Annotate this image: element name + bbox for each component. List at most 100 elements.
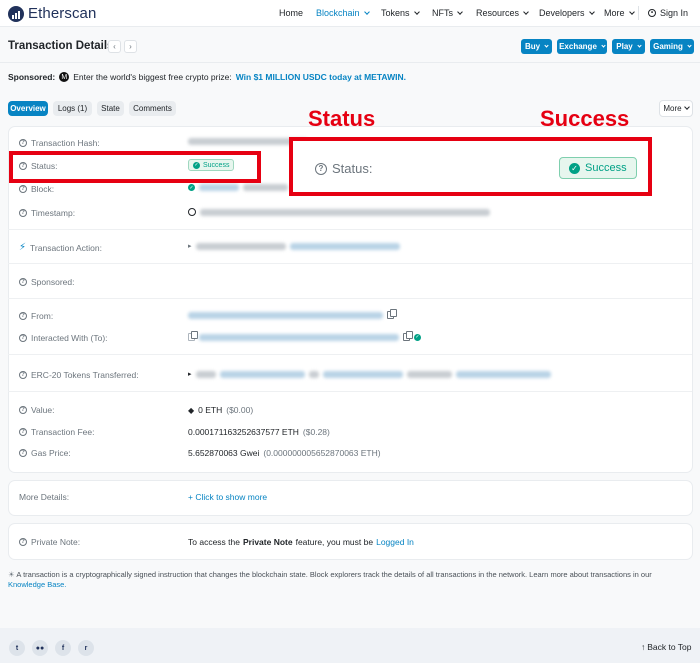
back-to-top-link[interactable]: ↑ Back to Top [641,642,692,652]
help-icon: ? [315,162,327,175]
medium-icon[interactable]: ●● [32,640,48,656]
prev-tx-button[interactable]: ‹ [108,40,121,53]
nav-more[interactable]: More [604,8,635,18]
help-icon: ? [19,428,27,436]
user-icon: • [648,9,656,17]
tx-hash-label: ? Transaction Hash: [19,138,100,148]
erc20-label: ? ERC-20 Tokens Transferred: [19,370,139,380]
chevron-left-icon: ‹ [113,42,116,51]
tx-fee-label: ? Transaction Fee: [19,427,94,437]
logged-in-link[interactable]: Logged In [376,537,414,547]
tx-fee-value: 0.000171163252637577 ETH ($0.28) [188,427,330,437]
timestamp-value [188,208,490,216]
interacted-value[interactable]: ✓ [188,331,421,341]
timestamp-label: ? Timestamp: [19,208,75,218]
metawin-icon: M [59,72,70,82]
top-header: Etherscan Home Blockchain Tokens NFTs Re… [0,0,700,27]
help-icon: ? [19,449,27,457]
buy-button[interactable]: Buy [521,39,552,54]
gas-price-label: ? Gas Price: [19,448,71,458]
help-icon: ? [19,334,27,342]
help-icon: ? [19,185,27,193]
chevron-down-icon [544,42,549,48]
clock-icon [188,208,196,216]
help-icon: ? [19,312,27,320]
from-label: ? From: [19,311,53,321]
nav-developers[interactable]: Developers [539,8,595,18]
sponsored-row-label: ? Sponsored: [19,277,74,287]
help-icon: ? [19,139,27,147]
from-value[interactable] [188,309,397,319]
tx-action-value[interactable]: ▸ [188,242,400,250]
ethereum-icon: ◆ [188,405,195,415]
help-icon: ? [19,278,27,286]
chevron-down-icon [363,8,370,15]
lightning-icon: ⚡ [19,242,27,253]
value-value: ◆ 0 ETH ($0.00) [188,405,254,415]
arrow-up-icon: ↑ [641,642,646,652]
more-details-card [8,480,693,516]
help-icon: ? [19,209,27,217]
chevron-down-icon [628,8,635,15]
block-label: ? Block: [19,184,54,194]
gaming-button[interactable]: Gaming [650,39,694,54]
twitter-icon[interactable]: t [9,640,25,656]
private-note-text: To access the Private Note feature, you … [188,537,414,547]
tab-logs[interactable]: Logs (1) [53,101,92,116]
zoom-success-badge: ✓ Success [559,157,637,179]
gas-price-value: 5.652870063 Gwei (0.000000005652870063 ET… [188,448,381,458]
copy-icon[interactable] [387,309,397,319]
chevron-down-icon [588,8,595,15]
exchange-button[interactable]: Exchange [557,39,607,54]
etherscan-logo-icon [8,5,24,22]
facebook-icon[interactable]: f [55,640,71,656]
copy-icon[interactable] [403,331,413,341]
annotation-success-label: Success [540,106,630,131]
etherscan-logo[interactable]: Etherscan [8,5,96,22]
nav-nfts[interactable]: NFTs [432,8,463,18]
sign-in-link[interactable]: • Sign In [648,8,688,18]
status-highlight-box [9,151,261,183]
block-value[interactable]: ✓ [188,184,288,191]
chevron-down-icon [457,8,463,15]
erc20-value[interactable]: ▸ [188,370,551,378]
document-icon [188,331,198,341]
nav-resources[interactable]: Resources [476,8,529,18]
play-button[interactable]: Play [612,39,645,54]
value-label: ? Value: [19,405,54,415]
more-details-label: More Details: [19,492,70,502]
nav-home[interactable]: Home [279,8,303,18]
tab-overview[interactable]: Overview [8,101,48,116]
check-circle-icon: ✓ [188,184,195,191]
nav-blockchain[interactable]: Blockchain [316,8,370,18]
zoom-status-label: ? Status: [315,161,372,176]
tab-state[interactable]: State [97,101,124,116]
private-note-label: ? Private Note: [19,537,80,547]
chevron-down-icon [683,104,690,110]
check-circle-icon: ✓ [569,162,580,174]
help-icon: ? [19,538,27,546]
title-divider [0,62,700,63]
chevron-down-icon [687,42,692,48]
chevron-right-icon: › [129,42,132,51]
page-title: Transaction Details [8,40,114,52]
reddit-icon[interactable]: r [78,640,94,656]
annotation-status-label: Status [308,106,376,131]
brand-name: Etherscan [28,5,97,22]
info-note: ☀ A transaction is a cryptographically s… [8,570,652,589]
tx-action-label: ⚡ Transaction Action: [19,242,103,253]
more-dropdown-button[interactable]: More [659,100,693,117]
chevron-down-icon [637,42,642,48]
footer: t ●● f r ↑ Back to Top [0,628,700,663]
next-tx-button[interactable]: › [124,40,137,53]
chevron-down-icon [601,42,606,48]
sponsored-promo-link[interactable]: Win $1 MILLION USDC today at METAWIN. [236,72,406,82]
help-icon: ? [19,406,27,414]
tab-comments[interactable]: Comments [129,101,176,116]
lightbulb-icon: ☀ [8,570,15,579]
knowledge-base-link[interactable]: Knowledge Base. [8,580,66,589]
verified-check-icon: ✓ [414,333,421,341]
nav-divider [638,6,639,20]
show-more-link[interactable]: + Click to show more [188,492,267,502]
nav-tokens[interactable]: Tokens [381,8,420,18]
